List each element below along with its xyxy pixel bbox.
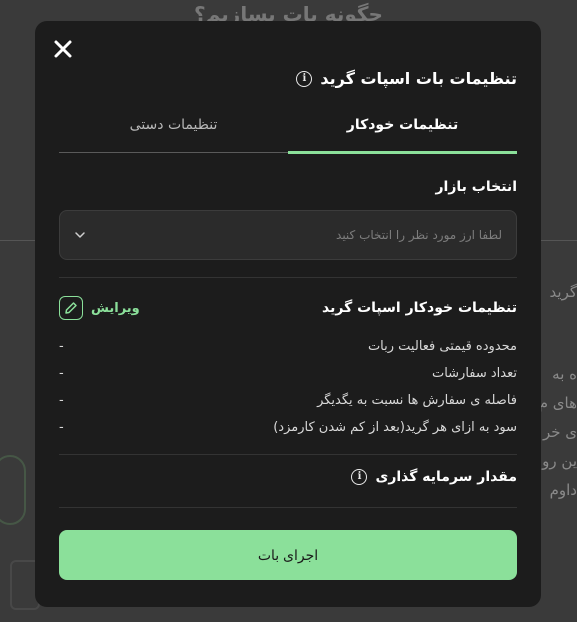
setting-price-range-value: -	[59, 339, 64, 354]
background-illustration	[0, 455, 26, 525]
setting-order-count-label: تعداد سفارشات	[431, 366, 517, 381]
auto-settings-header: تنظیمات خودکار اسپات گرید ویرایش	[59, 295, 517, 321]
bot-settings-modal: تنظیمات بات اسپات گرید i تنظیمات خودکار …	[35, 21, 541, 607]
tab-active-indicator	[288, 151, 517, 154]
settings-row: تعداد سفارشات -	[59, 360, 517, 387]
pencil-icon	[59, 296, 83, 320]
info-icon[interactable]: i	[296, 70, 313, 87]
modal-title: تنظیمات بات اسپات گرید	[320, 69, 517, 88]
divider	[59, 454, 517, 455]
setting-price-range-label: محدوده قیمتی فعالیت ربات	[367, 339, 517, 354]
tab-underline	[59, 152, 288, 153]
modal-header: تنظیمات بات اسپات گرید i	[296, 69, 517, 88]
background-text-1: گرید	[549, 283, 577, 301]
auto-settings-list: محدوده قیمتی فعالیت ربات - تعداد سفارشات…	[59, 333, 517, 441]
chevron-down-icon	[75, 232, 85, 238]
edit-button[interactable]: ویرایش	[59, 296, 140, 320]
market-select-placeholder: لطفا ارز مورد نظر را انتخاب کنید	[336, 228, 502, 242]
settings-row: محدوده قیمتی فعالیت ربات -	[59, 333, 517, 360]
tab-manual-settings[interactable]: تنظیمات دستی	[59, 113, 288, 153]
info-icon[interactable]: i	[351, 469, 368, 485]
market-select[interactable]: لطفا ارز مورد نظر را انتخاب کنید	[59, 210, 517, 260]
setting-order-spacing-label: فاصله ی سفارش ها نسبت به یگدیگر	[317, 393, 517, 408]
background-text-2: ه به های م ی خر ین رو داوم	[538, 365, 577, 499]
run-bot-button[interactable]: اجرای بات	[59, 530, 517, 580]
investment-label: مقدار سرمایه گذاری	[375, 469, 517, 485]
setting-order-count-value: -	[59, 366, 64, 381]
setting-profit-per-grid-value: -	[59, 420, 64, 435]
setting-order-spacing-value: -	[59, 393, 64, 408]
settings-row: سود به ازای هر گرید(بعد از کم شدن کارمزد…	[59, 414, 517, 441]
close-icon	[54, 40, 72, 58]
settings-row: فاصله ی سفارش ها نسبت به یگدیگر -	[59, 387, 517, 414]
settings-tabs: تنظیمات خودکار تنظیمات دستی	[59, 113, 517, 154]
market-label: انتخاب بازار	[435, 179, 518, 195]
setting-profit-per-grid-label: سود به ازای هر گرید(بعد از کم شدن کارمزد…	[273, 420, 517, 435]
tab-auto-settings[interactable]: تنظیمات خودکار	[288, 113, 517, 154]
auto-settings-title: تنظیمات خودکار اسپات گرید	[322, 300, 517, 316]
close-button[interactable]	[52, 38, 74, 60]
divider	[59, 277, 517, 278]
investment-header: مقدار سرمایه گذاری i	[351, 469, 517, 485]
divider	[59, 507, 517, 508]
edit-label: ویرایش	[91, 300, 140, 316]
